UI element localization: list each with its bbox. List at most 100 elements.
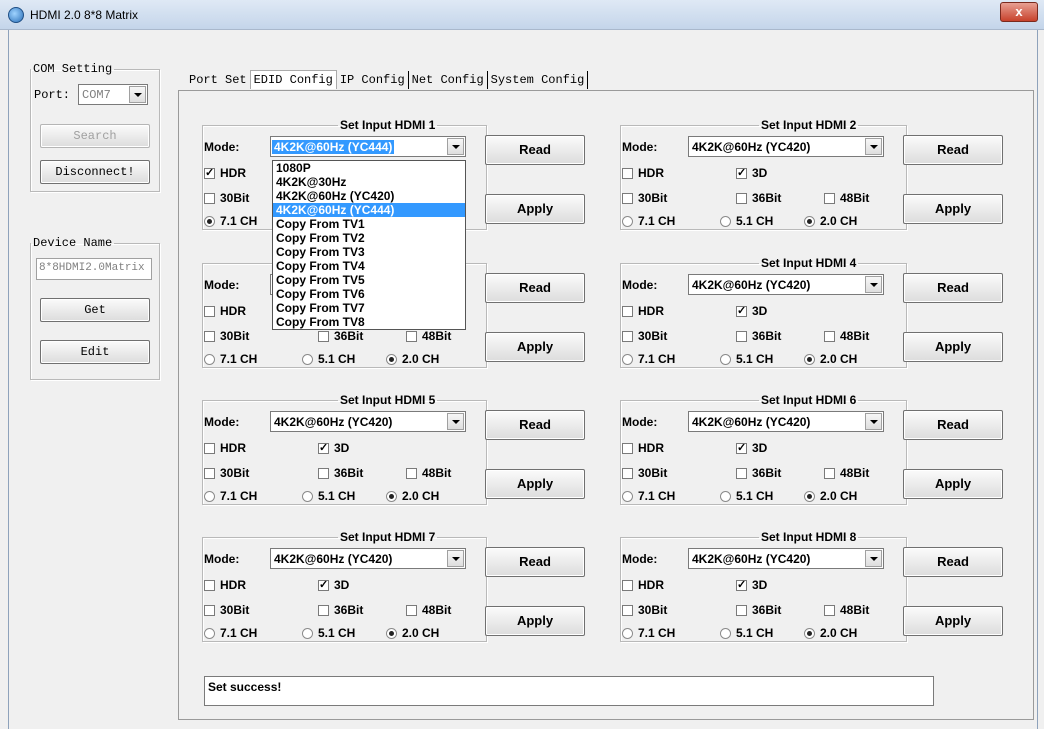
hdr-checkbox[interactable] (204, 580, 215, 591)
dropdown-option[interactable]: 4K2K@60Hz (YC420) (273, 189, 465, 203)
mode-select[interactable]: 4K2K@60Hz (YC420) (688, 548, 884, 569)
device-name-field[interactable]: 8*8HDMI2.0Matrix (36, 258, 152, 280)
dropdown-option[interactable]: 1080P (273, 161, 465, 175)
mode-select[interactable]: 4K2K@60Hz (YC420) (270, 411, 466, 432)
hdr-checkbox[interactable] (622, 306, 633, 317)
30bit-checkbox[interactable] (622, 468, 633, 479)
hdr-checkbox[interactable] (622, 443, 633, 454)
2.0ch-radio[interactable] (804, 628, 815, 639)
48bit-checkbox[interactable] (406, 331, 417, 342)
3d-checkbox[interactable] (736, 304, 747, 317)
48bit-checkbox[interactable] (824, 605, 835, 616)
apply-button[interactable]: Apply (903, 194, 1003, 224)
36bit-checkbox[interactable] (318, 605, 329, 616)
tab-system-config[interactable]: System Config (488, 71, 589, 89)
dropdown-option[interactable]: Copy From TV5 (273, 273, 465, 287)
mode-select[interactable]: 4K2K@60Hz (YC420) (270, 548, 466, 569)
36bit-checkbox[interactable] (736, 605, 747, 616)
2.0ch-radio[interactable] (804, 491, 815, 502)
30bit-checkbox[interactable] (622, 331, 633, 342)
48bit-checkbox[interactable] (824, 331, 835, 342)
3d-checkbox[interactable] (318, 441, 329, 454)
3d-checkbox[interactable] (318, 578, 329, 591)
read-button[interactable]: Read (903, 135, 1003, 165)
7.1ch-radio[interactable] (204, 491, 215, 502)
2.0ch-radio[interactable] (804, 216, 815, 227)
read-button[interactable]: Read (903, 410, 1003, 440)
7.1ch-radio[interactable] (622, 354, 633, 365)
get-button[interactable]: Get (40, 298, 150, 322)
read-button[interactable]: Read (485, 410, 585, 440)
tab-edid-config[interactable]: EDID Config (249, 70, 337, 89)
mode-select[interactable]: 4K2K@60Hz (YC444) (270, 136, 466, 157)
mode-select[interactable]: 4K2K@60Hz (YC420) (688, 274, 884, 295)
5.1ch-radio[interactable] (720, 491, 731, 502)
7.1ch-radio[interactable] (204, 628, 215, 639)
48bit-checkbox[interactable] (824, 193, 835, 204)
dropdown-option[interactable]: Copy From TV8 (273, 315, 465, 329)
search-button[interactable]: Search (40, 124, 150, 148)
edit-button[interactable]: Edit (40, 340, 150, 364)
dropdown-option[interactable]: Copy From TV1 (273, 217, 465, 231)
36bit-checkbox[interactable] (318, 468, 329, 479)
dropdown-option[interactable]: Copy From TV7 (273, 301, 465, 315)
7.1ch-radio[interactable] (204, 354, 215, 365)
dropdown-option[interactable]: Copy From TV4 (273, 259, 465, 273)
hdr-checkbox[interactable] (204, 166, 215, 179)
3d-checkbox[interactable] (736, 166, 747, 179)
hdr-checkbox[interactable] (204, 306, 215, 317)
7.1ch-radio[interactable] (622, 491, 633, 502)
dropdown-option[interactable]: 4K2K@60Hz (YC444) (273, 203, 465, 217)
apply-button[interactable]: Apply (485, 469, 585, 499)
read-button[interactable]: Read (485, 273, 585, 303)
30bit-checkbox[interactable] (204, 468, 215, 479)
hdr-checkbox[interactable] (622, 580, 633, 591)
port-select[interactable]: COM7 (78, 84, 148, 105)
36bit-checkbox[interactable] (736, 468, 747, 479)
tab-port-set[interactable]: Port Set (186, 71, 250, 89)
7.1ch-radio[interactable] (622, 216, 633, 227)
tab-ip-config[interactable]: IP Config (337, 71, 409, 89)
2.0ch-radio[interactable] (386, 491, 397, 502)
apply-button[interactable]: Apply (903, 332, 1003, 362)
36bit-checkbox[interactable] (736, 331, 747, 342)
5.1ch-radio[interactable] (720, 354, 731, 365)
mode-select[interactable]: 4K2K@60Hz (YC420) (688, 411, 884, 432)
5.1ch-radio[interactable] (302, 628, 313, 639)
read-button[interactable]: Read (903, 273, 1003, 303)
dropdown-option[interactable]: 4K2K@30Hz (273, 175, 465, 189)
read-button[interactable]: Read (903, 547, 1003, 577)
apply-button[interactable]: Apply (485, 332, 585, 362)
close-button[interactable]: x (1000, 2, 1038, 22)
7.1ch-radio[interactable] (204, 216, 215, 227)
mode-dropdown-list[interactable]: 1080P 4K2K@30Hz 4K2K@60Hz (YC420) 4K2K@60Hz… (272, 160, 466, 330)
2.0ch-radio[interactable] (804, 354, 815, 365)
48bit-checkbox[interactable] (406, 468, 417, 479)
read-button[interactable]: Read (485, 135, 585, 165)
3d-checkbox[interactable] (736, 441, 747, 454)
5.1ch-radio[interactable] (302, 354, 313, 365)
7.1ch-radio[interactable] (622, 628, 633, 639)
3d-checkbox[interactable] (736, 578, 747, 591)
apply-button[interactable]: Apply (903, 469, 1003, 499)
dropdown-option[interactable]: Copy From TV3 (273, 245, 465, 259)
30bit-checkbox[interactable] (204, 193, 215, 204)
2.0ch-radio[interactable] (386, 354, 397, 365)
5.1ch-radio[interactable] (720, 628, 731, 639)
36bit-checkbox[interactable] (736, 193, 747, 204)
tab-net-config[interactable]: Net Config (409, 71, 488, 89)
48bit-checkbox[interactable] (406, 605, 417, 616)
apply-button[interactable]: Apply (903, 606, 1003, 636)
apply-button[interactable]: Apply (485, 194, 585, 224)
48bit-checkbox[interactable] (824, 468, 835, 479)
dropdown-option[interactable]: Copy From TV2 (273, 231, 465, 245)
disconnect-button[interactable]: Disconnect! (40, 160, 150, 184)
36bit-checkbox[interactable] (318, 331, 329, 342)
hdr-checkbox[interactable] (204, 443, 215, 454)
mode-select[interactable]: 4K2K@60Hz (YC420) (688, 136, 884, 157)
2.0ch-radio[interactable] (386, 628, 397, 639)
30bit-checkbox[interactable] (204, 605, 215, 616)
apply-button[interactable]: Apply (485, 606, 585, 636)
hdr-checkbox[interactable] (622, 168, 633, 179)
30bit-checkbox[interactable] (204, 331, 215, 342)
